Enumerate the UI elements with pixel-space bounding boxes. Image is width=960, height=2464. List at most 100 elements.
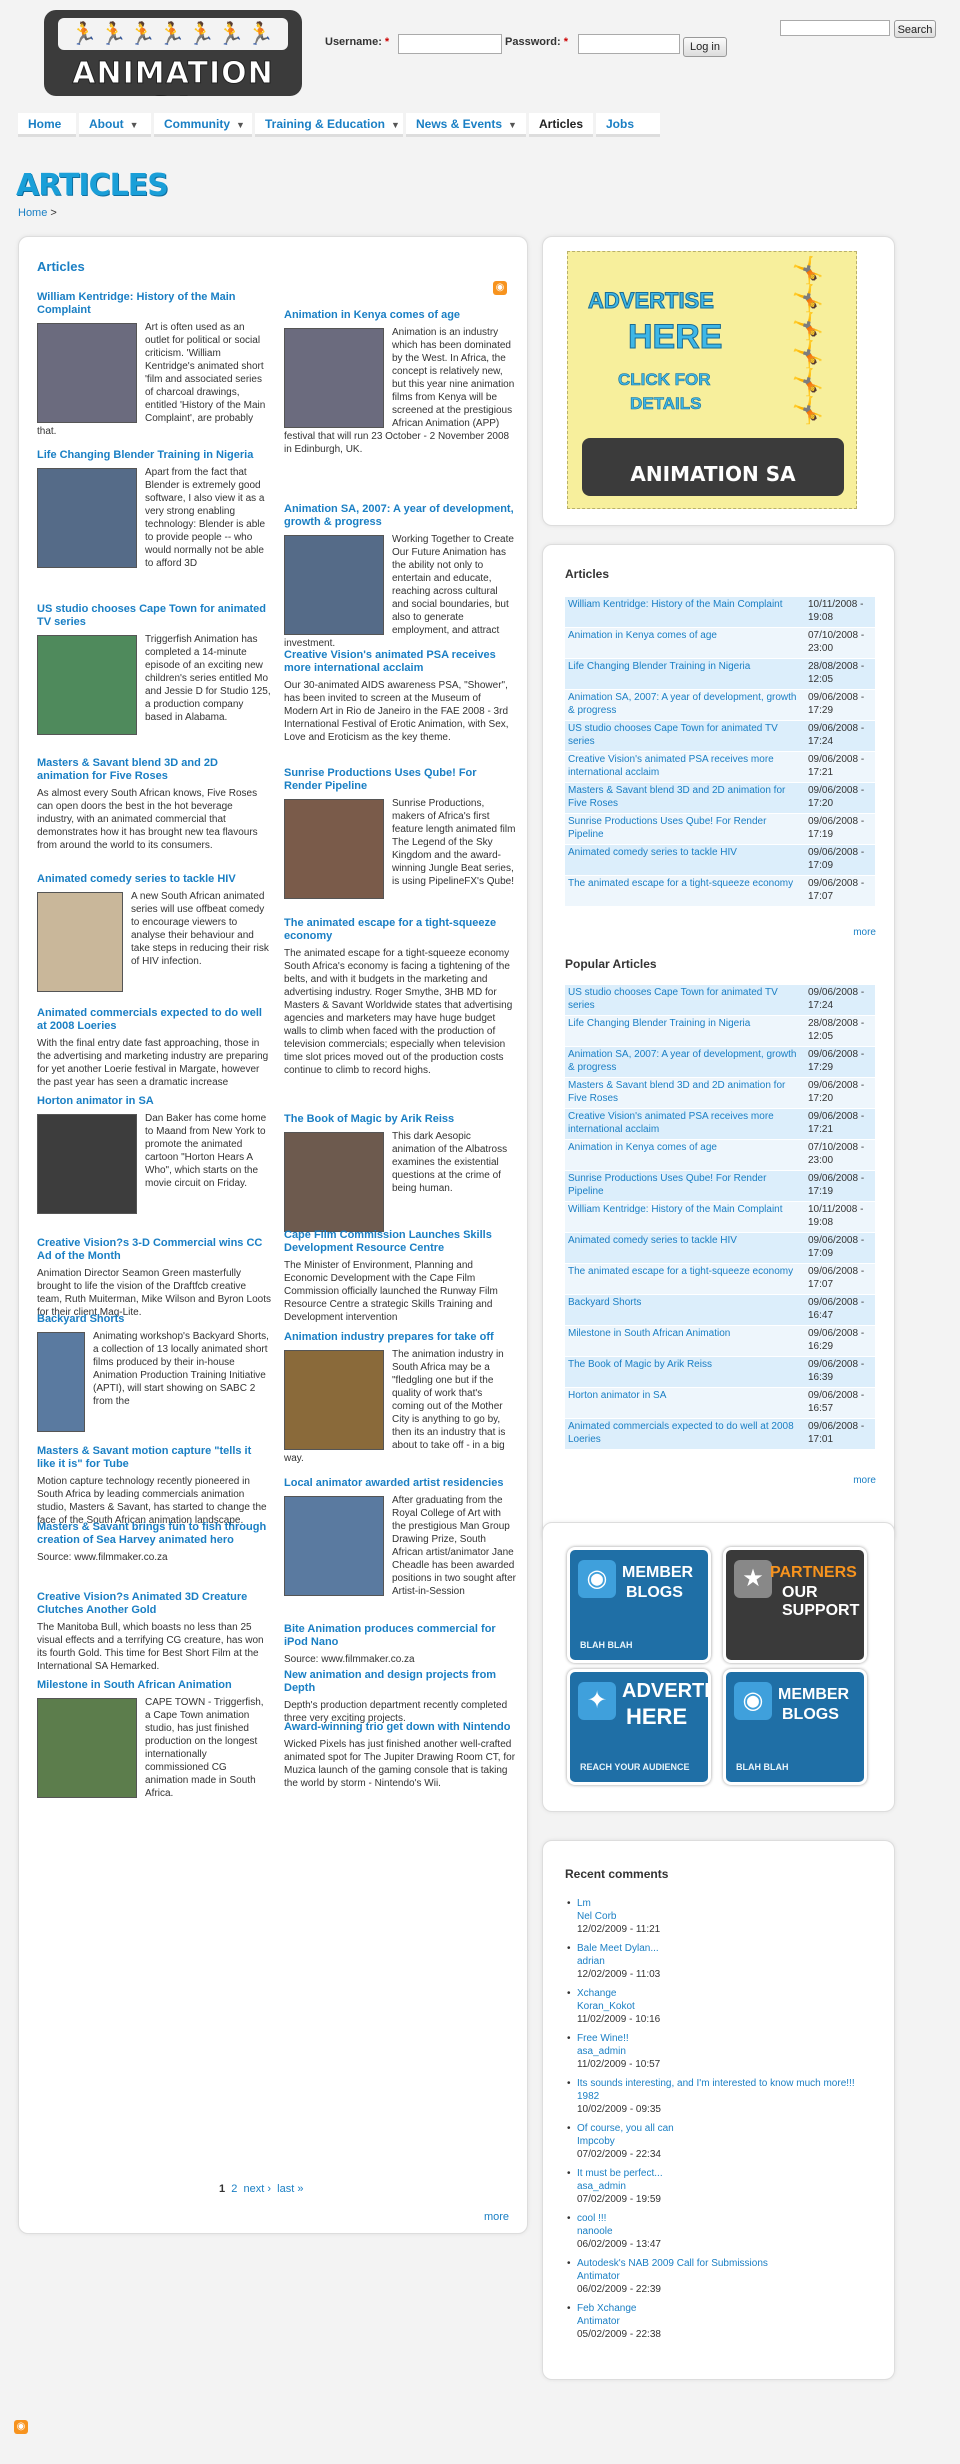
article-thumbnail[interactable] <box>284 1496 384 1596</box>
comment-link[interactable]: cool !!! <box>577 2212 877 2225</box>
badge-partners[interactable]: ★ PARTNERS OUR SUPPORT <box>723 1547 867 1663</box>
badge-advertise[interactable]: ✦ ADVERTISEHERE REACH YOUR AUDIENCE <box>567 1669 711 1785</box>
article-thumbnail[interactable] <box>37 1698 137 1798</box>
comment-author-link[interactable]: nanoole <box>577 2225 877 2238</box>
articles-more-link[interactable]: more <box>484 2211 509 2223</box>
side-list-link[interactable]: Creative Vision's animated PSA receives … <box>565 1109 805 1139</box>
comment-author-link[interactable]: asa_admin <box>577 2180 877 2193</box>
comment-link[interactable]: Autodesk's NAB 2009 Call for Submissions <box>577 2257 877 2270</box>
side-list-link[interactable]: William Kentridge: History of the Main C… <box>565 597 805 627</box>
comment-link[interactable]: Bale Meet Dylan... <box>577 1942 877 1955</box>
pager-next[interactable]: next › <box>244 2183 272 2195</box>
side-articles-more[interactable]: more <box>853 927 876 938</box>
article-title-link[interactable]: Animated commercials expected to do well… <box>37 1007 271 1033</box>
nav-home[interactable]: Home <box>18 113 76 137</box>
article-thumbnail[interactable] <box>284 1350 384 1450</box>
article-thumbnail[interactable] <box>284 799 384 899</box>
article-title-link[interactable]: Animation in Kenya comes of age <box>284 309 516 322</box>
article-title-link[interactable]: Creative Vision?s 3-D Commercial wins CC… <box>37 1237 271 1263</box>
popular-more[interactable]: more <box>853 1475 876 1486</box>
article-thumbnail[interactable] <box>37 1332 85 1432</box>
article-title-link[interactable]: The Book of Magic by Arik Reiss <box>284 1113 516 1126</box>
comment-link[interactable]: Lm <box>577 1897 877 1910</box>
badge-member[interactable]: ◉ MEMBER BLOGS BLAH BLAH <box>567 1547 711 1663</box>
article-thumbnail[interactable] <box>37 1114 137 1214</box>
side-list-link[interactable]: Milestone in South African Animation <box>565 1326 805 1356</box>
comment-link[interactable]: Xchange <box>577 1987 877 2000</box>
side-list-link[interactable]: Sunrise Productions Uses Qube! For Rende… <box>565 814 805 844</box>
comment-link[interactable]: Free Wine!! <box>577 2032 877 2045</box>
article-title-link[interactable]: Life Changing Blender Training in Nigeri… <box>37 449 271 462</box>
username-input[interactable] <box>398 34 502 54</box>
article-title-link[interactable]: Animation SA, 2007: A year of developmen… <box>284 503 516 529</box>
search-input[interactable] <box>780 20 890 36</box>
article-title-link[interactable]: Local animator awarded artist residencie… <box>284 1477 516 1490</box>
article-title-link[interactable]: Masters & Savant brings fun to fish thro… <box>37 1521 271 1547</box>
article-title-link[interactable]: Masters & Savant motion capture "tells i… <box>37 1445 271 1471</box>
badge-member[interactable]: ◉ MEMBER BLOGS BLAH BLAH <box>723 1669 867 1785</box>
comment-author-link[interactable]: Nel Corb <box>577 1910 877 1923</box>
side-list-link[interactable]: William Kentridge: History of the Main C… <box>565 1202 805 1232</box>
nav-articles[interactable]: Articles <box>529 113 593 137</box>
comment-author-link[interactable]: adrian <box>577 1955 877 1968</box>
side-list-link[interactable]: The animated escape for a tight-squeeze … <box>565 876 805 906</box>
article-thumbnail[interactable] <box>284 328 384 428</box>
side-list-link[interactable]: US studio chooses Cape Town for animated… <box>565 721 805 751</box>
pager-last[interactable]: last » <box>277 2183 303 2195</box>
comment-author-link[interactable]: 1982 <box>577 2090 877 2103</box>
article-title-link[interactable]: Cape Film Commission Launches Skills Dev… <box>284 1229 516 1255</box>
side-list-link[interactable]: Horton animator in SA <box>565 1388 805 1418</box>
side-list-link[interactable]: US studio chooses Cape Town for animated… <box>565 985 805 1015</box>
site-logo[interactable]: 🏃🏃🏃🏃🏃🏃🏃 ANIMATION SA <box>44 10 302 96</box>
article-thumbnail[interactable] <box>37 635 137 735</box>
article-thumbnail[interactable] <box>37 323 137 423</box>
article-thumbnail[interactable] <box>284 1132 384 1232</box>
article-title-link[interactable]: Horton animator in SA <box>37 1095 271 1108</box>
article-title-link[interactable]: William Kentridge: History of the Main C… <box>37 291 271 317</box>
side-list-link[interactable]: Life Changing Blender Training in Nigeri… <box>565 1016 805 1046</box>
side-list-link[interactable]: Masters & Savant blend 3D and 2D animati… <box>565 1078 805 1108</box>
side-list-link[interactable]: The animated escape for a tight-squeeze … <box>565 1264 805 1294</box>
article-title-link[interactable]: Milestone in South African Animation <box>37 1679 271 1692</box>
nav-about[interactable]: About ▼ <box>79 113 151 137</box>
pager-page-2[interactable]: 2 <box>231 2183 237 2195</box>
nav-jobs[interactable]: Jobs <box>596 113 660 137</box>
article-title-link[interactable]: Animation industry prepares for take off <box>284 1331 516 1344</box>
article-title-link[interactable]: New animation and design projects from D… <box>284 1669 516 1695</box>
search-button[interactable]: Search <box>894 20 936 38</box>
side-list-link[interactable]: Animated commercials expected to do well… <box>565 1419 805 1449</box>
article-title-link[interactable]: Backyard Shorts <box>37 1313 271 1326</box>
side-list-link[interactable]: Life Changing Blender Training in Nigeri… <box>565 659 805 689</box>
comment-link[interactable]: Its sounds interesting, and I'm interest… <box>577 2077 877 2090</box>
article-thumbnail[interactable] <box>284 535 384 635</box>
comment-link[interactable]: It must be perfect... <box>577 2167 877 2180</box>
article-title-link[interactable]: Animated comedy series to tackle HIV <box>37 873 271 886</box>
nav-news-events[interactable]: News & Events ▼ <box>406 113 526 137</box>
nav-community[interactable]: Community ▼ <box>154 113 252 137</box>
nav-training-education[interactable]: Training & Education ▼ <box>255 113 403 137</box>
comment-link[interactable]: Of course, you all can <box>577 2122 877 2135</box>
side-list-link[interactable]: Animation in Kenya comes of age <box>565 1140 805 1170</box>
article-title-link[interactable]: Award-winning trio get down with Nintend… <box>284 1721 516 1734</box>
article-title-link[interactable]: Creative Vision's animated PSA receives … <box>284 649 516 675</box>
article-title-link[interactable]: Masters & Savant blend 3D and 2D animati… <box>37 757 271 783</box>
side-list-link[interactable]: Backyard Shorts <box>565 1295 805 1325</box>
login-button[interactable]: Log in <box>683 37 727 57</box>
article-title-link[interactable]: Sunrise Productions Uses Qube! For Rende… <box>284 767 516 793</box>
comment-link[interactable]: Feb Xchange <box>577 2302 877 2315</box>
footer-rss-icon[interactable]: ◉ <box>14 2420 28 2434</box>
comment-author-link[interactable]: Impcoby <box>577 2135 877 2148</box>
article-title-link[interactable]: The animated escape for a tight-squeeze … <box>284 917 516 943</box>
advertise-banner[interactable]: ADVERTISE HERE CLICK FOR DETAILS 🤸 🤸 🤸 🤸 🤸 🤸 … <box>567 251 857 509</box>
article-title-link[interactable]: US studio chooses Cape Town for animated… <box>37 603 271 629</box>
comment-author-link[interactable]: Antimator <box>577 2270 877 2283</box>
side-list-link[interactable]: Animation in Kenya comes of age <box>565 628 805 658</box>
side-list-link[interactable]: Animation SA, 2007: A year of developmen… <box>565 1047 805 1077</box>
side-list-link[interactable]: Masters & Savant blend 3D and 2D animati… <box>565 783 805 813</box>
side-list-link[interactable]: The Book of Magic by Arik Reiss <box>565 1357 805 1387</box>
side-list-link[interactable]: Animated comedy series to tackle HIV <box>565 845 805 875</box>
article-title-link[interactable]: Creative Vision?s Animated 3D Creature C… <box>37 1591 271 1617</box>
side-list-link[interactable]: Animation SA, 2007: A year of developmen… <box>565 690 805 720</box>
breadcrumb-home-link[interactable]: Home <box>18 207 47 219</box>
rss-icon[interactable]: ◉ <box>493 281 507 295</box>
